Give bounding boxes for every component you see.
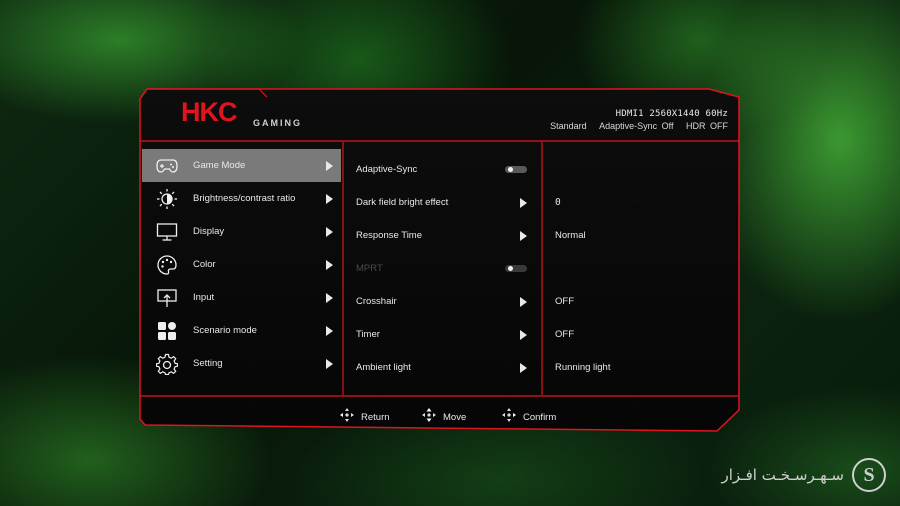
- menu-item-label: Display: [193, 226, 225, 237]
- gear-icon: [155, 352, 179, 376]
- joystick-confirm-icon: [501, 407, 517, 428]
- adaptive-sync-status: Adaptive-Sync Off: [599, 121, 674, 131]
- submenu-item-dark-field[interactable]: Dark field bright effect: [344, 186, 540, 219]
- osd-header: HKC GAMING HDMI1 2560X1440 60Hz Standard…: [139, 85, 742, 139]
- adaptive-sync-toggle[interactable]: [505, 166, 527, 173]
- value-text: OFF: [555, 296, 574, 307]
- chevron-right-icon: [326, 259, 333, 270]
- chevron-right-icon: [326, 325, 333, 336]
- brand-logo: HKC: [181, 97, 237, 127]
- chevron-right-icon: [326, 160, 333, 171]
- return-hint[interactable]: Return: [339, 407, 390, 428]
- ambient-light-value: Running light: [543, 351, 739, 384]
- confirm-label: Confirm: [523, 412, 557, 423]
- submenu-item-crosshair[interactable]: Crosshair: [344, 285, 540, 318]
- menu-item-setting[interactable]: Setting: [142, 347, 341, 380]
- game-mode-submenu: Adaptive-Sync Dark field bright effect R…: [344, 147, 540, 390]
- hdr-status: HDR OFF: [686, 121, 728, 131]
- mprt-toggle: [505, 265, 527, 272]
- scenario-icon: [155, 319, 179, 343]
- submenu-item-timer[interactable]: Timer: [344, 318, 540, 351]
- osd-footer: Return Move Confirm: [139, 395, 742, 434]
- value-text: Normal: [555, 230, 586, 241]
- submenu-item-label: Adaptive-Sync: [356, 164, 418, 175]
- value-text: 0: [555, 197, 561, 208]
- value-text: Running light: [555, 362, 611, 373]
- menu-item-label: Input: [193, 292, 215, 303]
- chevron-right-icon: [326, 193, 333, 204]
- palette-icon: [155, 253, 179, 277]
- watermark-logo: S: [852, 458, 886, 492]
- submenu-item-adaptive-sync[interactable]: Adaptive-Sync: [344, 153, 540, 186]
- chevron-right-icon: [326, 292, 333, 303]
- submenu-item-label: Crosshair: [356, 296, 397, 307]
- chevron-right-icon: [520, 230, 527, 241]
- menu-item-game-mode[interactable]: Game Mode: [142, 149, 341, 182]
- menu-item-label: Color: [193, 259, 216, 270]
- gamepad-icon: [155, 154, 179, 178]
- move-hint[interactable]: Move: [421, 407, 466, 428]
- return-label: Return: [361, 412, 390, 423]
- chevron-right-icon: [326, 358, 333, 369]
- joystick-move-icon: [421, 407, 437, 428]
- menu-item-display[interactable]: Display: [142, 215, 341, 248]
- submenu-item-label: Timer: [356, 329, 380, 340]
- monitor-icon: [155, 220, 179, 244]
- menu-item-label: Scenario mode: [193, 325, 257, 336]
- brand-sub: GAMING: [253, 118, 302, 128]
- menu-item-brightness[interactable]: Brightness/contrast ratio: [142, 182, 341, 215]
- main-menu: Game Mode Brightness/contrast ratio Disp…: [142, 147, 341, 390]
- watermark-text: سـهـرسـخـت افـزار: [721, 466, 844, 484]
- submenu-item-mprt: MPRT: [344, 252, 540, 285]
- value-text: OFF: [555, 329, 574, 340]
- chevron-right-icon: [520, 296, 527, 307]
- menu-item-label: Brightness/contrast ratio: [193, 193, 296, 204]
- timer-value: OFF: [543, 318, 739, 351]
- submenu-item-response-time[interactable]: Response Time: [344, 219, 540, 252]
- chevron-right-icon: [520, 329, 527, 340]
- submenu-item-label: Dark field bright effect: [356, 197, 449, 208]
- joystick-return-icon: [339, 407, 355, 428]
- brightness-icon: [155, 187, 179, 211]
- menu-item-scenario-mode[interactable]: Scenario mode: [142, 314, 341, 347]
- menu-item-label: Game Mode: [193, 160, 246, 171]
- response-time-value: Normal: [543, 219, 739, 252]
- status-info: Standard Adaptive-Sync Off HDR OFF: [542, 121, 728, 131]
- chevron-right-icon: [520, 362, 527, 373]
- picture-mode-status: Standard: [550, 121, 587, 131]
- osd-menu-window: HKC GAMING HDMI1 2560X1440 60Hz Standard…: [139, 85, 742, 434]
- submenu-item-label: Response Time: [356, 230, 423, 241]
- menu-item-input[interactable]: Input: [142, 281, 341, 314]
- submenu-item-label: Ambient light: [356, 362, 411, 373]
- dark-field-value: 0: [543, 186, 739, 219]
- input-icon: [155, 286, 179, 310]
- chevron-right-icon: [520, 197, 527, 208]
- site-watermark: سـهـرسـخـت افـزار S: [721, 458, 886, 492]
- chevron-right-icon: [326, 226, 333, 237]
- submenu-values: 0 Normal OFF OFF Running light: [543, 147, 739, 390]
- submenu-item-label: MPRT: [356, 263, 383, 274]
- confirm-hint[interactable]: Confirm: [501, 407, 556, 428]
- menu-item-label: Setting: [193, 358, 223, 369]
- signal-info: HDMI1 2560X1440 60Hz: [615, 109, 728, 119]
- menu-item-color[interactable]: Color: [142, 248, 341, 281]
- submenu-item-ambient-light[interactable]: Ambient light: [344, 351, 540, 384]
- move-label: Move: [443, 412, 467, 423]
- crosshair-value: OFF: [543, 285, 739, 318]
